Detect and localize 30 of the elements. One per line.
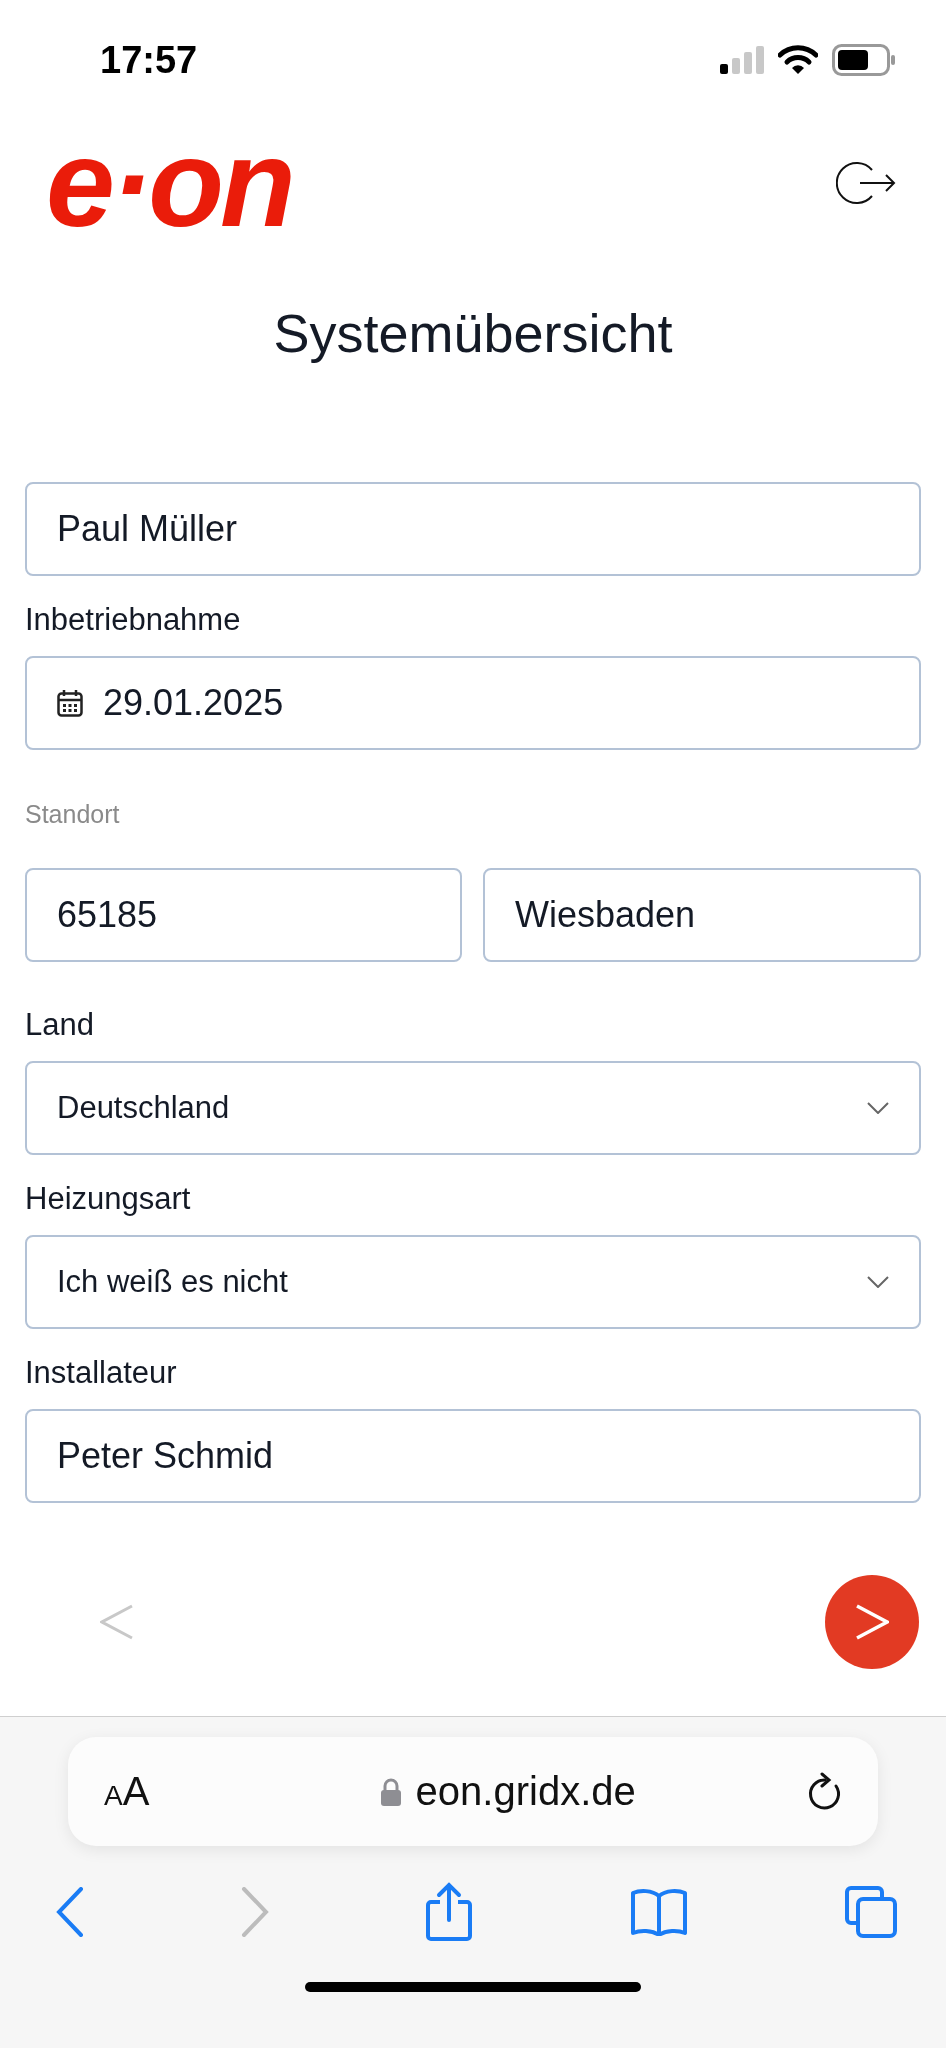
page-title: Systemübersicht [272,302,674,365]
text-field[interactable]: 65185 [25,868,462,962]
tabs-icon[interactable] [844,1885,898,1939]
logo: e·on [46,132,292,233]
field-label: Installateur [25,1354,178,1392]
chevron-down-icon [867,1276,889,1288]
wifi-icon [778,45,818,75]
select-field[interactable]: Ich weiß es nicht [25,1235,921,1329]
field-label: Land [25,1006,95,1044]
back-icon[interactable] [56,1887,84,1937]
logout-icon[interactable] [836,159,898,206]
address-bar[interactable]: AA eon.gridx.de [68,1737,878,1846]
signal-icon [720,46,764,74]
bookmarks-icon[interactable] [629,1888,688,1936]
battery-icon [832,44,896,76]
field-label: Heizungsart [25,1180,192,1218]
text-field[interactable]: Paul Müller [25,482,921,576]
share-icon[interactable] [425,1882,473,1942]
url-text: eon.gridx.de [415,1769,636,1814]
chevron-down-icon [867,1102,889,1114]
calendar-icon [57,689,83,717]
select-field[interactable]: Deutschland [25,1061,921,1155]
chevron-right-icon [855,1604,889,1640]
text-field[interactable]: Wiesbaden [483,868,921,962]
date-field[interactable]: 29.01.2025 [25,656,921,750]
text-size-button[interactable]: AA [104,1769,150,1814]
text-field[interactable]: Peter Schmid [25,1409,921,1503]
status-time: 17:57 [100,38,198,82]
field-label: Standort [25,799,121,830]
field-label: Inbetriebnahme [25,601,242,639]
